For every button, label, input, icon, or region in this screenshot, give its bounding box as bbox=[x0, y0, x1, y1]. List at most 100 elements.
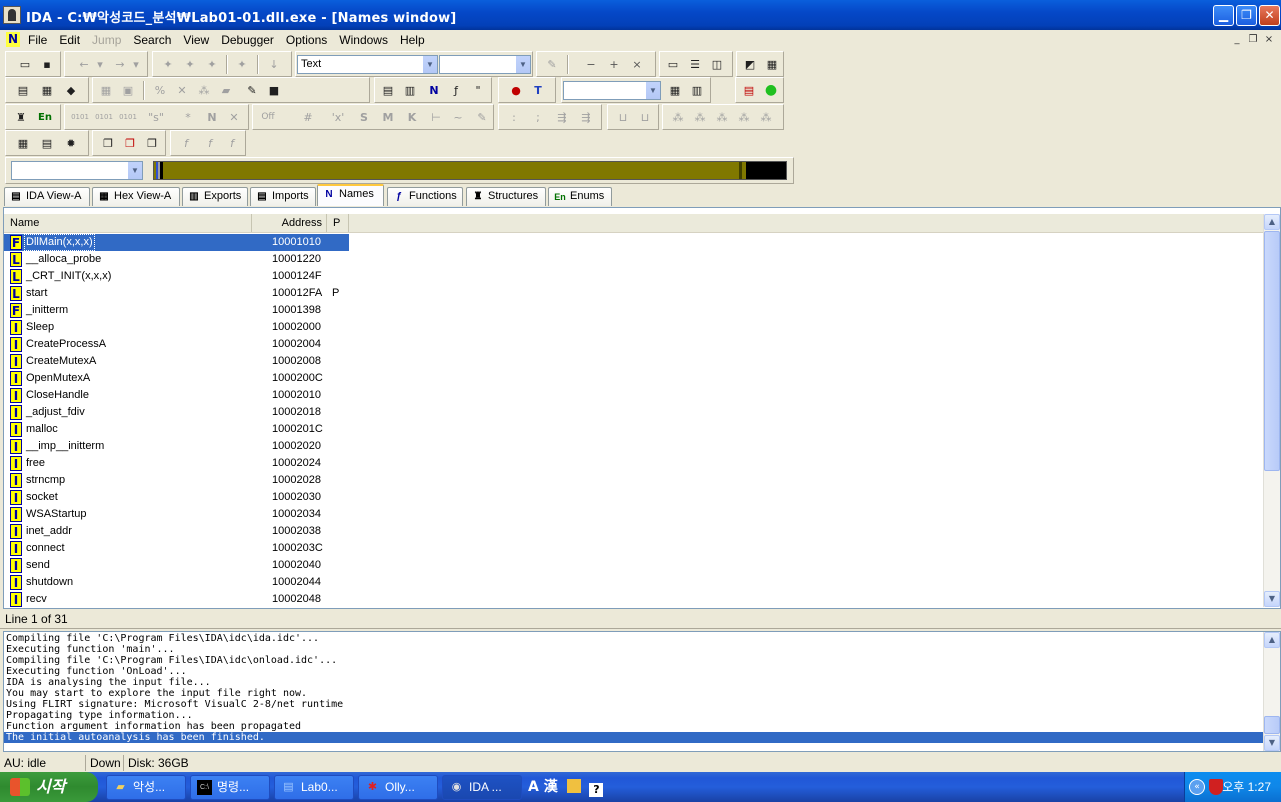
tree-icon[interactable]: ⁂ bbox=[195, 82, 213, 99]
palette-icon[interactable]: ■ bbox=[265, 82, 283, 99]
menu-options[interactable]: Options bbox=[280, 30, 333, 50]
forward-dropdown-icon[interactable]: ▾ bbox=[127, 56, 145, 73]
window-cascade-icon[interactable]: ▭ bbox=[664, 56, 682, 73]
mdi-restore-button[interactable]: ❐ bbox=[1246, 33, 1260, 47]
search-binoculars-icon[interactable]: ✦ bbox=[159, 56, 177, 73]
calc-icon[interactable]: ▦ bbox=[97, 82, 115, 99]
tab-enums[interactable]: En Enums bbox=[548, 187, 612, 206]
menu-help[interactable]: Help bbox=[394, 30, 431, 50]
hash-icon[interactable]: # bbox=[299, 109, 317, 126]
nav-cursor-marker[interactable] bbox=[739, 162, 742, 179]
bitwise-icon[interactable]: ~ bbox=[449, 109, 467, 126]
scroll-thumb[interactable] bbox=[1264, 231, 1280, 471]
explore-icon[interactable]: 0101 bbox=[119, 109, 137, 126]
segment-icon[interactable]: S bbox=[355, 109, 373, 126]
names-icon[interactable]: N bbox=[425, 82, 443, 99]
new-window-icon[interactable]: ❐ bbox=[99, 135, 117, 152]
idc-command-icon[interactable]: f bbox=[177, 135, 195, 152]
tab-functions[interactable]: ƒ Functions bbox=[387, 187, 463, 206]
output-line[interactable]: You may start to explore the input file … bbox=[4, 688, 1264, 699]
table-row[interactable]: I WSAStartup 10002034 bbox=[4, 506, 349, 523]
stack-var-icon[interactable]: K bbox=[403, 109, 421, 126]
manual-icon[interactable]: ✎ bbox=[473, 109, 491, 126]
wrench-icon[interactable]: ✎ bbox=[243, 82, 261, 99]
debug-options-icon[interactable]: ▦ bbox=[666, 82, 684, 99]
taskbar-item-ollydbg[interactable]: ✱ Olly... bbox=[358, 775, 438, 800]
settings-icon[interactable]: ✹ bbox=[62, 135, 80, 152]
list-view-icon[interactable]: ▦ bbox=[763, 56, 781, 73]
chevron-down-icon[interactable]: ▼ bbox=[127, 162, 142, 179]
save-icon[interactable]: ▪ bbox=[38, 56, 56, 73]
data-icon[interactable]: 0101 bbox=[95, 109, 113, 126]
tray-expand-icon[interactable]: « bbox=[1189, 779, 1205, 795]
enum-member-icon[interactable]: M bbox=[379, 109, 397, 126]
undefine-icon[interactable]: ✕ bbox=[225, 109, 243, 126]
table-row[interactable]: I _adjust_fdiv 10002018 bbox=[4, 404, 349, 421]
calculator-icon[interactable]: ▦ bbox=[14, 135, 32, 152]
window-vertical-icon[interactable]: ◫ bbox=[708, 56, 726, 73]
close-window-icon[interactable]: ❐ bbox=[121, 135, 139, 152]
output-scrollbar[interactable]: ▲ ▼ bbox=[1263, 632, 1280, 751]
type-icon[interactable]: T bbox=[529, 82, 547, 99]
table-row[interactable]: I __imp__initterm 10002020 bbox=[4, 438, 349, 455]
restore-button[interactable]: ❐ bbox=[1236, 5, 1257, 26]
repeat-comment-icon[interactable]: ; bbox=[529, 109, 547, 126]
output-line[interactable]: The initial autoanalysis has been finish… bbox=[4, 732, 1264, 743]
char-icon[interactable]: 'x' bbox=[329, 109, 347, 126]
close-button[interactable]: ✕ bbox=[1259, 5, 1280, 26]
array-icon[interactable]: * bbox=[179, 109, 197, 126]
idc-file-icon[interactable]: f bbox=[223, 135, 241, 152]
scroll-down-button[interactable]: ▼ bbox=[1264, 591, 1280, 607]
output-line[interactable]: Function argument information has been p… bbox=[4, 721, 1264, 732]
hex-icon[interactable]: ▦ bbox=[38, 82, 56, 99]
table-row[interactable]: L __alloca_probe 10001220 bbox=[4, 251, 349, 268]
window-horizontal-icon[interactable]: ☰ bbox=[686, 56, 704, 73]
scroll-up-button[interactable]: ▲ bbox=[1264, 214, 1280, 230]
table-row[interactable]: I Sleep 10002000 bbox=[4, 319, 349, 336]
nav-combo[interactable]: ▼ bbox=[11, 161, 143, 180]
minimize-button[interactable]: ▁ bbox=[1213, 5, 1234, 26]
img-icon[interactable]: ▣ bbox=[119, 82, 137, 99]
table-row[interactable]: Isocket 10002030 bbox=[4, 489, 349, 506]
tab-hex-view-a[interactable]: ▦ Hex View-A bbox=[92, 187, 180, 206]
table-row[interactable]: F _initterm 10001398 bbox=[4, 302, 349, 319]
menu-jump[interactable]: Jump bbox=[86, 30, 127, 50]
table-row[interactable]: I CloseHandle 10002010 bbox=[4, 387, 349, 404]
string-icon[interactable]: "s" bbox=[147, 109, 165, 126]
idc-script-icon[interactable]: f bbox=[201, 135, 219, 152]
xrefs-from-icon[interactable]: ⁂ bbox=[735, 109, 753, 126]
scroll-up-button[interactable]: ▲ bbox=[1264, 632, 1280, 648]
function-bounds-icon[interactable]: ⊔ bbox=[614, 109, 632, 126]
output-line[interactable]: Executing function 'OnLoad'... bbox=[4, 666, 1264, 677]
table-row[interactable]: Istrncmp 10002028 bbox=[4, 472, 349, 489]
scroll-down-button[interactable]: ▼ bbox=[1264, 735, 1280, 751]
document-icon[interactable]: ▤ bbox=[14, 82, 32, 99]
exports-icon[interactable]: ▥ bbox=[401, 82, 419, 99]
posterior-icon[interactable]: ⇶ bbox=[577, 109, 595, 126]
ida-app-icon[interactable] bbox=[3, 6, 21, 24]
search-next-icon[interactable]: ✦ bbox=[233, 56, 251, 73]
report-icon[interactable]: ▤ bbox=[740, 82, 758, 99]
column-header-public[interactable]: P bbox=[327, 214, 349, 232]
imports-icon[interactable]: ▤ bbox=[379, 82, 397, 99]
navigation-bar[interactable] bbox=[153, 161, 787, 180]
flow-chart-icon[interactable]: ⁂ bbox=[669, 109, 687, 126]
segment-combo[interactable]: Text ▼ bbox=[297, 55, 438, 74]
expand-icon[interactable]: + bbox=[605, 56, 623, 73]
table-row[interactable]: Irecv 10002048 bbox=[4, 591, 349, 608]
diamond-icon[interactable]: ◆ bbox=[62, 82, 80, 99]
output-line[interactable]: Using FLIRT signature: Microsoft VisualC… bbox=[4, 699, 1264, 710]
clock[interactable]: 오후 1:27 bbox=[1222, 772, 1271, 802]
table-row[interactable]: Isend 10002040 bbox=[4, 557, 349, 574]
taskbar-item-ida[interactable]: ◉ IDA ... bbox=[442, 775, 522, 800]
tab-names[interactable]: N Names bbox=[317, 184, 384, 206]
tab-structures[interactable]: ♜ Structures bbox=[466, 187, 546, 206]
function-combo[interactable]: ▼ bbox=[439, 55, 531, 74]
functions-icon[interactable]: ƒ bbox=[447, 82, 465, 99]
menu-debugger[interactable]: Debugger bbox=[215, 30, 280, 50]
ime-dictionary-icon[interactable] bbox=[566, 779, 581, 793]
ime-help-icon[interactable]: ? bbox=[589, 783, 604, 797]
security-shield-icon[interactable] bbox=[1209, 779, 1223, 795]
search-immediate-icon[interactable]: ✦ bbox=[203, 56, 221, 73]
collapse-icon[interactable]: − bbox=[582, 56, 600, 73]
